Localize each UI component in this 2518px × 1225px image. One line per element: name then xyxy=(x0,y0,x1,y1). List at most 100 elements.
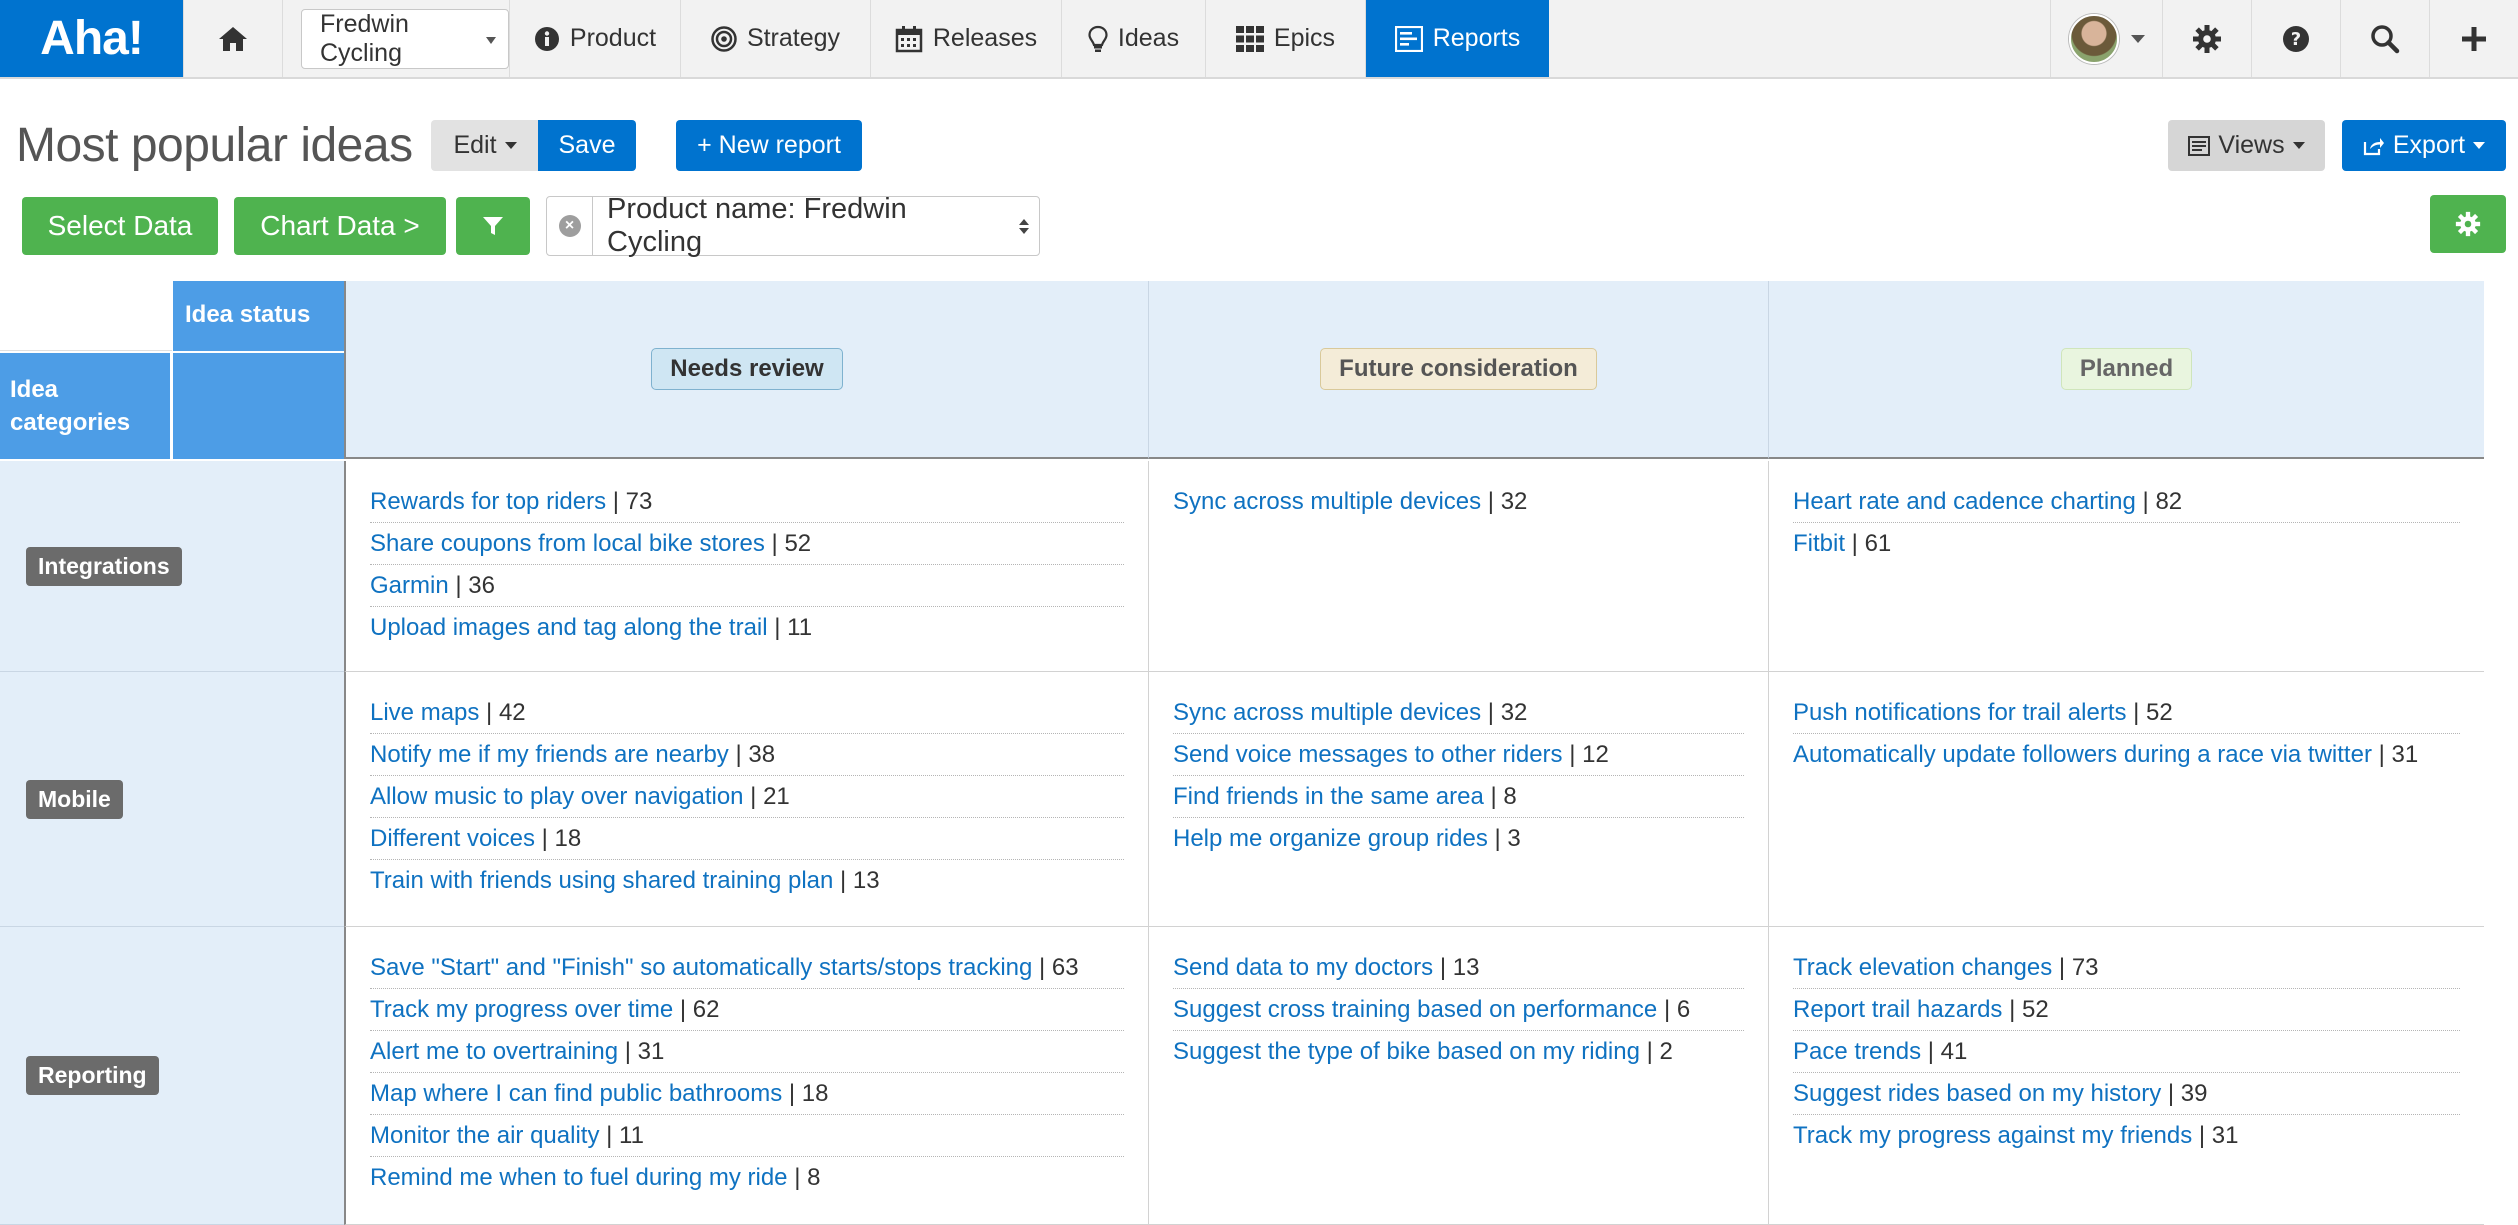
status-badge: Future consideration xyxy=(1320,348,1597,390)
nav-item-product[interactable]: Product xyxy=(510,0,681,77)
idea-link[interactable]: Send data to my doctors xyxy=(1173,954,1433,981)
idea-link[interactable]: Notify me if my friends are nearby xyxy=(370,741,729,768)
filter-button[interactable] xyxy=(456,197,530,255)
user-menu[interactable] xyxy=(2050,0,2162,77)
search-button[interactable] xyxy=(2340,0,2429,77)
home-button[interactable] xyxy=(183,0,283,77)
select-data-button[interactable]: Select Data xyxy=(22,197,218,255)
vote-count: | 52 xyxy=(764,530,812,557)
nav-item-ideas[interactable]: Ideas xyxy=(1062,0,1206,77)
idea-link[interactable]: Suggest cross training based on performa… xyxy=(1173,996,1657,1023)
page-title: Most popular ideas xyxy=(16,119,413,172)
sort-arrows-icon xyxy=(1009,218,1039,234)
idea-link[interactable]: Find friends in the same area xyxy=(1173,783,1484,810)
list-item: Train with friends using shared training… xyxy=(370,860,1124,902)
idea-link[interactable]: Upload images and tag along the trail xyxy=(370,614,768,641)
idea-link[interactable]: Map where I can find public bathrooms xyxy=(370,1080,782,1107)
list-item: Suggest cross training based on performa… xyxy=(1173,989,1744,1031)
views-button-label: Views xyxy=(2218,131,2285,159)
vote-count: | 62 xyxy=(673,996,720,1023)
vote-count: | 8 xyxy=(787,1164,821,1191)
vote-count: | 38 xyxy=(728,741,776,768)
vote-count: | 32 xyxy=(1481,488,1528,515)
vote-count: | 11 xyxy=(767,614,813,641)
product-select-wrapper: Fredwin Cycling xyxy=(283,0,510,77)
idea-link[interactable]: Allow music to play over navigation xyxy=(370,783,744,810)
list-item: Upload images and tag along the trail | … xyxy=(370,607,1124,649)
calendar-icon xyxy=(895,25,923,53)
idea-link[interactable]: Sync across multiple devices xyxy=(1173,488,1481,515)
save-button[interactable]: Save xyxy=(538,120,636,171)
export-button[interactable]: Export xyxy=(2342,120,2506,171)
report-settings-button[interactable] xyxy=(2430,195,2506,253)
nav-item-label: Reports xyxy=(1432,24,1521,52)
nav-item-label: Strategy xyxy=(746,24,841,52)
idea-link[interactable]: Different voices xyxy=(370,825,535,852)
settings-button[interactable] xyxy=(2162,0,2251,77)
nav-item-strategy[interactable]: Strategy xyxy=(681,0,871,77)
idea-link[interactable]: Send voice messages to other riders xyxy=(1173,741,1563,768)
idea-link[interactable]: Help me organize group rides xyxy=(1173,825,1488,852)
edit-button[interactable]: Edit xyxy=(431,120,539,171)
list-item: Send data to my doctors | 13 xyxy=(1173,947,1744,989)
idea-link[interactable]: Live maps xyxy=(370,699,479,726)
list-item: Help me organize group rides | 3 xyxy=(1173,818,1744,860)
product-select-value: Fredwin Cycling xyxy=(320,9,409,67)
idea-link[interactable]: Train with friends using shared training… xyxy=(370,867,833,894)
idea-link[interactable]: Track my progress over time xyxy=(370,996,673,1023)
idea-link[interactable]: Fitbit xyxy=(1793,530,1845,557)
nav-item-epics[interactable]: Epics xyxy=(1206,0,1366,77)
status-badge: Needs review xyxy=(651,348,843,390)
idea-link[interactable]: Rewards for top riders xyxy=(370,488,606,515)
nav-item-reports[interactable]: Reports xyxy=(1366,0,1549,77)
vote-count: | 32 xyxy=(1481,699,1528,726)
share-icon xyxy=(2363,137,2384,155)
product-select[interactable]: Fredwin Cycling xyxy=(301,8,509,69)
list-item: Notify me if my friends are nearby | 38 xyxy=(370,734,1124,776)
idea-link[interactable]: Suggest the type of bike based on my rid… xyxy=(1173,1038,1640,1065)
idea-link[interactable]: Pace trends xyxy=(1793,1038,1921,1065)
idea-link[interactable]: Suggest rides based on my history xyxy=(1793,1080,2161,1107)
list-item: Suggest rides based on my history | 39 xyxy=(1793,1073,2460,1115)
pivot-cell: Heart rate and cadence charting | 82 Fitb… xyxy=(1768,461,2484,672)
idea-status-header: Idea status xyxy=(172,281,344,351)
idea-link[interactable]: Share coupons from local bike stores xyxy=(370,530,765,557)
idea-link[interactable]: Monitor the air quality xyxy=(370,1122,599,1149)
list-item: Save "Start" and "Finish" so automatical… xyxy=(370,947,1124,989)
nav-item-label: Epics xyxy=(1273,24,1336,52)
list-item: Report trail hazards | 52 xyxy=(1793,989,2460,1031)
vote-count: | 3 xyxy=(1487,825,1521,852)
idea-link[interactable]: Track my progress against my friends xyxy=(1793,1122,2192,1149)
aha-logo[interactable]: Aha! xyxy=(0,0,183,77)
product-name-filter[interactable]: × Product name: Fredwin Cycling xyxy=(546,193,1040,258)
list-item: Automatically update followers during a … xyxy=(1793,734,2460,776)
list-item: Live maps | 42 xyxy=(370,692,1124,734)
idea-link[interactable]: Sync across multiple devices xyxy=(1173,699,1481,726)
views-button[interactable]: Views xyxy=(2168,120,2325,171)
idea-link[interactable]: Report trail hazards xyxy=(1793,996,2002,1023)
chevron-down-icon xyxy=(504,142,517,149)
vote-count: | 82 xyxy=(2135,488,2183,515)
idea-link[interactable]: Alert me to overtraining xyxy=(370,1038,618,1065)
idea-link[interactable]: Heart rate and cadence charting xyxy=(1793,488,2136,515)
idea-link[interactable]: Push notifications for trail alerts xyxy=(1793,699,2126,726)
idea-link[interactable]: Garmin xyxy=(370,572,449,599)
chart-data-button[interactable]: Chart Data > xyxy=(234,197,446,255)
clear-filter-button[interactable]: × xyxy=(547,197,593,255)
views-icon xyxy=(2188,135,2211,156)
idea-link[interactable]: Remind me when to fuel during my ride xyxy=(370,1164,788,1191)
idea-link[interactable]: Automatically update followers during a … xyxy=(1793,741,2372,768)
add-button[interactable] xyxy=(2429,0,2518,77)
pivot-table: Idea status Idea categories Needs review… xyxy=(0,281,2484,1225)
vote-count: | 52 xyxy=(2002,996,2049,1023)
idea-link[interactable]: Track elevation changes xyxy=(1793,954,2052,981)
new-report-button[interactable]: + New report xyxy=(676,120,862,171)
help-button[interactable]: ? xyxy=(2251,0,2340,77)
list-item: Monitor the air quality | 11 xyxy=(370,1115,1124,1157)
home-icon xyxy=(219,26,247,51)
vote-count: | 2 xyxy=(1639,1038,1673,1065)
pivot-header-blank xyxy=(172,353,344,459)
idea-link[interactable]: Save "Start" and "Finish" so automatical… xyxy=(370,954,1032,981)
nav-item-releases[interactable]: Releases xyxy=(871,0,1062,77)
grid-icon xyxy=(1235,25,1264,52)
